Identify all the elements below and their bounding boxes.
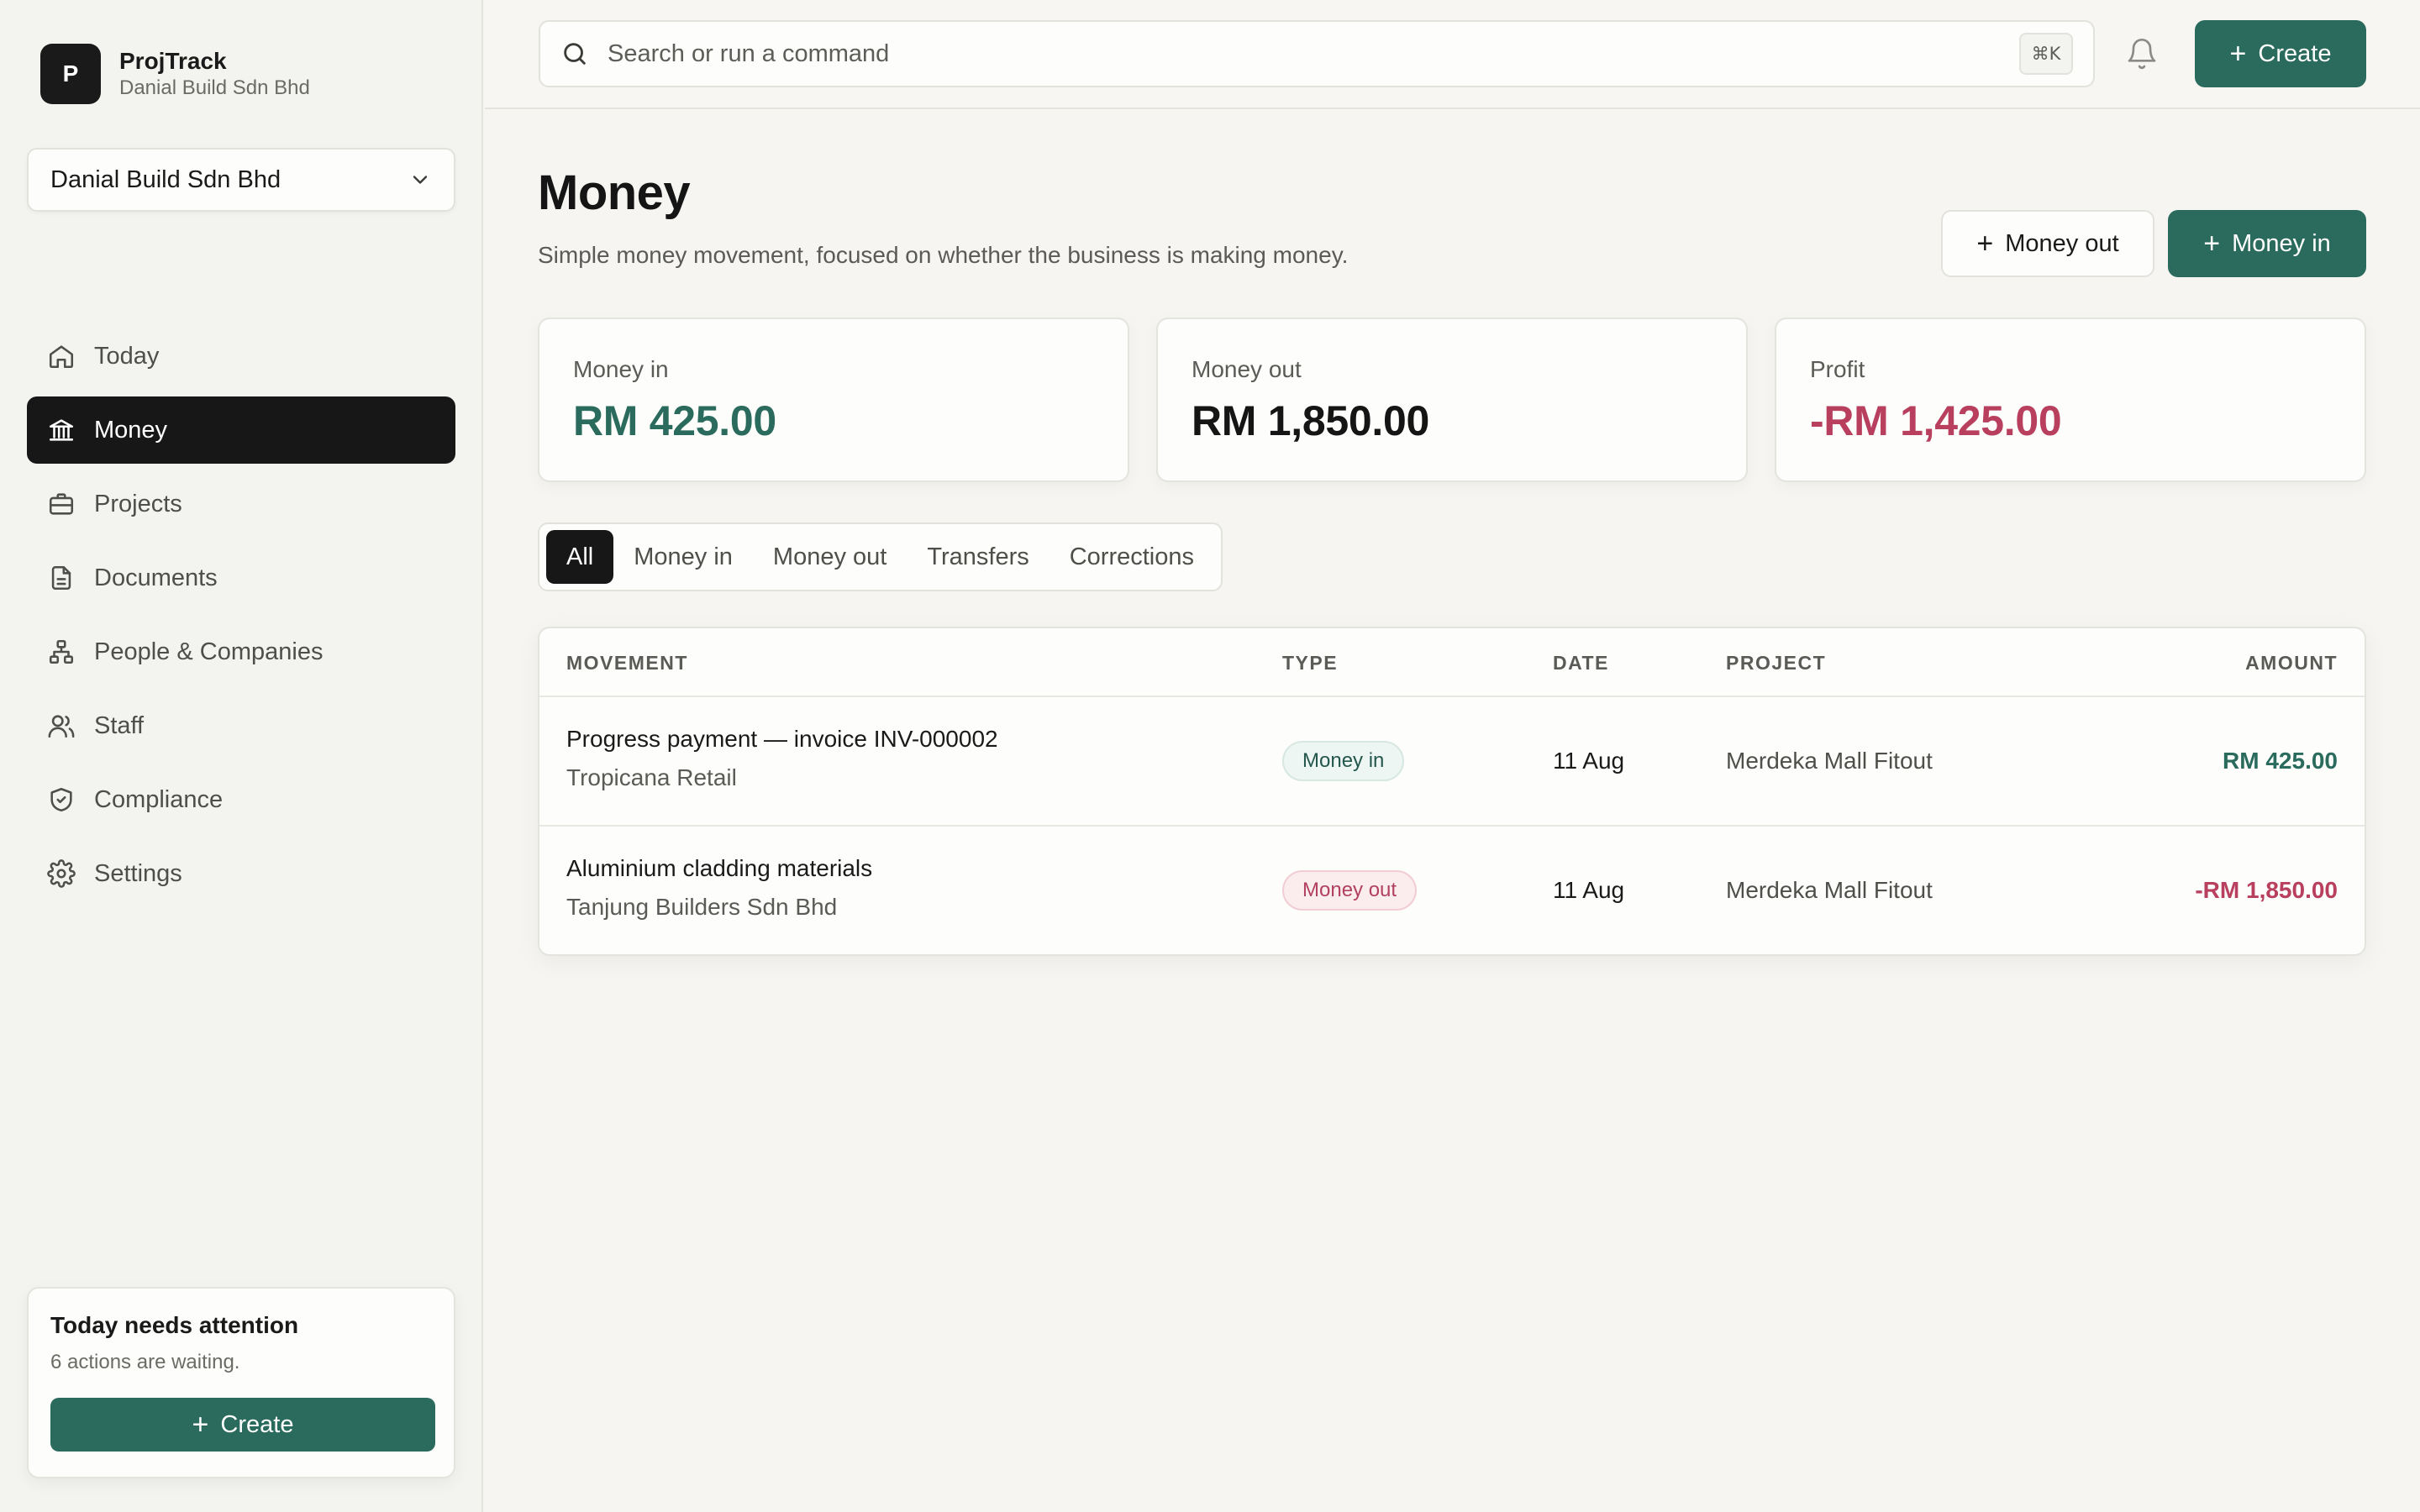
tab-money-in[interactable]: Money in — [613, 530, 753, 584]
amount-cell: -RM 1,850.00 — [2195, 877, 2338, 903]
plus-icon: + — [1976, 228, 1994, 260]
stat-value: RM 1,850.00 — [1192, 397, 1429, 444]
column-header-type[interactable]: TYPE — [1282, 652, 1338, 675]
sidebar-item-label: Settings — [94, 859, 182, 887]
sidebar-item-settings[interactable]: Settings — [27, 840, 455, 907]
brand-logo: P — [40, 44, 101, 104]
stat-card-money-in: Money in RM 425.00 — [538, 318, 1129, 482]
plus-icon: + — [2229, 38, 2247, 70]
shield-icon — [47, 785, 76, 814]
attention-create-label: Create — [220, 1410, 294, 1438]
document-icon — [47, 564, 76, 592]
table-row[interactable]: Progress payment — invoice INV-000002 Tr… — [539, 697, 2365, 827]
create-button-label: Create — [2258, 39, 2332, 67]
bell-icon[interactable] — [2125, 37, 2159, 71]
chevron-down-icon — [413, 176, 428, 184]
topbar: ⌘K + Create — [485, 0, 2420, 109]
sidebar-item-label: People & Companies — [94, 638, 324, 665]
search-icon — [564, 43, 586, 65]
create-button[interactable]: + Create — [2195, 20, 2366, 87]
users-icon — [47, 711, 76, 740]
sidebar-item-label: Staff — [94, 711, 145, 739]
brand-text: ProjTrack Danial Build Sdn Bhd — [119, 47, 310, 101]
column-header-amount[interactable]: AMOUNT — [2245, 652, 2338, 675]
brand-company: Danial Build Sdn Bhd — [119, 76, 310, 99]
movement-cell: Progress payment — invoice INV-000002 Tr… — [566, 726, 998, 791]
movement-title: Progress payment — invoice INV-000002 — [566, 726, 998, 752]
brand-name: ProjTrack — [119, 48, 227, 74]
stat-value: -RM 1,425.00 — [1810, 397, 2062, 444]
column-header-date[interactable]: DATE — [1553, 652, 1609, 675]
type-cell: Money out — [1282, 870, 1418, 911]
money-in-button[interactable]: + Money in — [2168, 210, 2366, 277]
sidebar-item-label: Compliance — [94, 785, 224, 813]
tab-corrections[interactable]: Corrections — [1050, 530, 1214, 584]
attention-card: Today needs attention 6 actions are wait… — [27, 1287, 455, 1478]
column-header-movement[interactable]: MOVEMENT — [566, 652, 688, 675]
sidebar-item-documents[interactable]: Documents — [27, 544, 455, 612]
sidebar-nav: Today Money Projects Documents People & … — [27, 323, 455, 914]
page-subtitle: Simple money movement, focused on whethe… — [538, 242, 1349, 268]
money-out-button-label: Money out — [2005, 229, 2119, 257]
plus-icon: + — [2203, 228, 2221, 260]
date-cell: 11 Aug — [1553, 877, 1625, 903]
search-bar[interactable]: ⌘K — [539, 20, 2095, 87]
movement-party: Tropicana Retail — [566, 764, 737, 790]
money-out-button[interactable]: + Money out — [1941, 210, 2154, 277]
stat-card-profit: Profit -RM 1,425.00 — [1775, 318, 2366, 482]
stat-card-money-out: Money out RM 1,850.00 — [1156, 318, 1748, 482]
brand[interactable]: P ProjTrack Danial Build Sdn Bhd — [40, 44, 310, 104]
column-header-project[interactable]: PROJECT — [1726, 652, 1826, 675]
tab-money-out[interactable]: Money out — [753, 530, 907, 584]
stat-label: Money out — [1192, 356, 1302, 382]
money-in-button-label: Money in — [2232, 229, 2331, 257]
sidebar-item-label: Money — [94, 416, 168, 444]
sidebar-item-money[interactable]: Money — [27, 396, 455, 464]
sidebar-item-today[interactable]: Today — [27, 323, 455, 390]
sidebar-item-projects[interactable]: Projects — [27, 470, 455, 538]
plus-icon: + — [192, 1409, 209, 1441]
sidebar-item-label: Today — [94, 342, 160, 370]
attention-title: Today needs attention — [50, 1312, 299, 1338]
stat-value: RM 425.00 — [573, 397, 776, 444]
sidebar-item-people-companies[interactable]: People & Companies — [27, 618, 455, 685]
organization-select-value: Danial Build Sdn Bhd — [50, 165, 281, 193]
bank-icon — [47, 416, 76, 444]
shortcut-hint: ⌘K — [2019, 33, 2073, 75]
status-badge: Money in — [1282, 741, 1405, 781]
sidebar-item-staff[interactable]: Staff — [27, 692, 455, 759]
status-badge: Money out — [1282, 870, 1418, 911]
date-cell: 11 Aug — [1553, 748, 1625, 774]
movement-cell: Aluminium cladding materials Tanjung Bui… — [566, 855, 872, 921]
org-chart-icon — [47, 638, 76, 666]
sidebar-item-compliance[interactable]: Compliance — [27, 766, 455, 833]
sidebar-item-label: Projects — [94, 490, 182, 517]
stat-label: Profit — [1810, 356, 1865, 382]
type-cell: Money in — [1282, 741, 1405, 781]
table-header: MOVEMENT TYPE DATE PROJECT AMOUNT — [539, 628, 2365, 697]
tab-transfers[interactable]: Transfers — [907, 530, 1049, 584]
movement-party: Tanjung Builders Sdn Bhd — [566, 894, 838, 920]
home-icon — [47, 342, 76, 370]
attention-subtitle: 6 actions are waiting. — [50, 1351, 240, 1373]
sidebar: P ProjTrack Danial Build Sdn Bhd Danial … — [0, 0, 483, 1512]
tab-all[interactable]: All — [546, 530, 614, 584]
filter-tabs: All Money in Money out Transfers Correct… — [538, 522, 1223, 591]
movements-table: MOVEMENT TYPE DATE PROJECT AMOUNT Progre… — [538, 627, 2366, 956]
stat-label: Money in — [573, 356, 669, 382]
amount-cell: RM 425.00 — [2223, 748, 2338, 774]
project-cell: Merdeka Mall Fitout — [1726, 748, 1933, 774]
movement-title: Aluminium cladding materials — [566, 855, 873, 881]
project-cell: Merdeka Mall Fitout — [1726, 877, 1933, 903]
search-input[interactable] — [608, 39, 2019, 68]
gear-icon — [47, 859, 76, 888]
briefcase-icon — [47, 490, 76, 518]
sidebar-item-label: Documents — [94, 564, 218, 591]
attention-create-button[interactable]: + Create — [50, 1398, 435, 1452]
app-root: P ProjTrack Danial Build Sdn Bhd Danial … — [0, 0, 2420, 1512]
table-row[interactable]: Aluminium cladding materials Tanjung Bui… — [539, 827, 2365, 954]
organization-select[interactable]: Danial Build Sdn Bhd — [27, 148, 455, 212]
page-title: Money — [538, 165, 691, 220]
